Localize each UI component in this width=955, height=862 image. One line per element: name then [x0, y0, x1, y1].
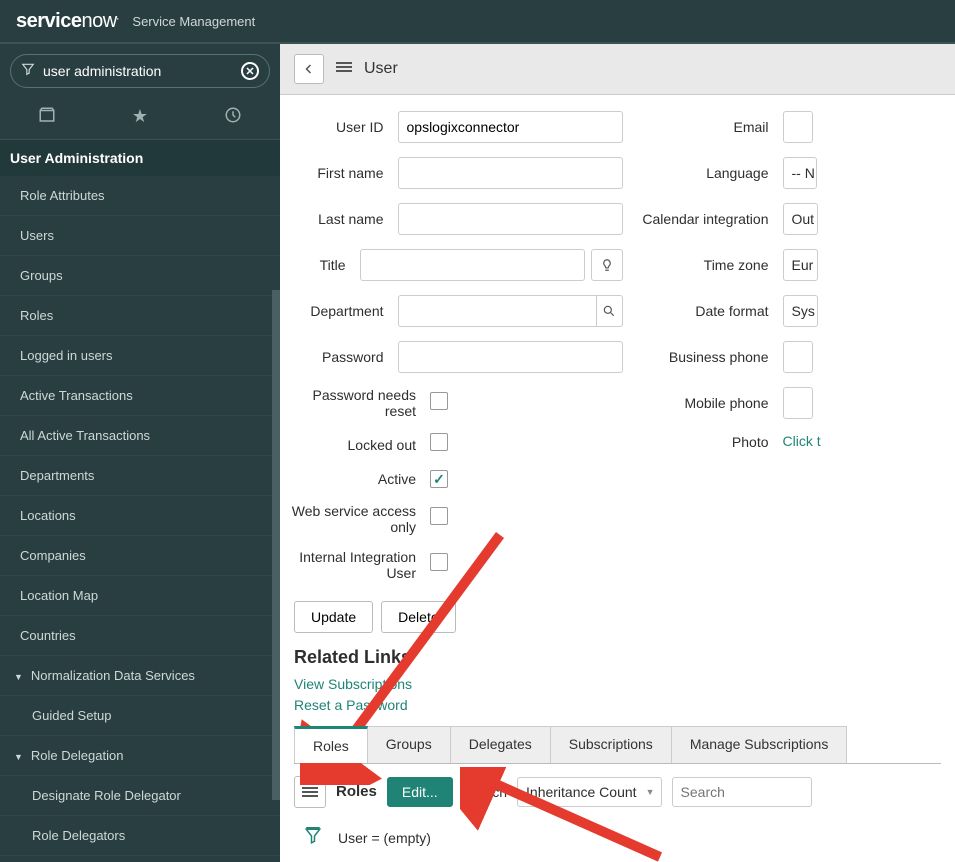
email-input[interactable] [783, 111, 813, 143]
nav-filter[interactable]: ✕ [10, 54, 270, 88]
language-select[interactable]: -- N [783, 157, 817, 189]
password-input[interactable] [398, 341, 623, 373]
field-label: Active [290, 471, 430, 487]
nav-item[interactable]: Logged in users [0, 336, 280, 376]
nav-collapsible[interactable]: Role Delegation [0, 736, 280, 776]
nav-section-header[interactable]: User Administration [0, 140, 280, 176]
pwd-reset-checkbox[interactable] [430, 392, 448, 410]
history-icon[interactable] [224, 106, 242, 129]
tab-delegates[interactable]: Delegates [450, 726, 551, 763]
field-label: Internal Integration User [290, 549, 430, 581]
search-field-select[interactable]: Inheritance Count [517, 777, 662, 807]
nav-filter-clear[interactable]: ✕ [241, 62, 259, 81]
filter-icon [21, 62, 35, 81]
nav-item[interactable]: Groups [0, 256, 280, 296]
delete-button[interactable]: Delete [381, 601, 455, 633]
field-label: Web service access only [290, 503, 430, 535]
nav-item[interactable]: Designate Role Delegator [0, 776, 280, 816]
form-header: User [280, 44, 955, 95]
lookup-icon[interactable] [596, 296, 622, 326]
nav-item[interactable]: All Active Transactions [0, 416, 280, 456]
form-body: User ID First name Last name Title Depar… [280, 95, 955, 862]
nav-item[interactable]: Roles [0, 296, 280, 336]
ws-only-checkbox[interactable] [430, 507, 448, 525]
last-name-input[interactable] [398, 203, 623, 235]
tab-roles[interactable]: Roles [294, 726, 368, 763]
user-id-input[interactable] [398, 111, 623, 143]
list-menu-button[interactable] [294, 776, 326, 808]
related-link[interactable]: Reset a Password [294, 695, 941, 716]
field-label: Date format [623, 303, 783, 319]
related-links-heading: Related Links [280, 633, 955, 672]
hamburger-icon[interactable] [336, 60, 352, 79]
mobile-phone-input[interactable] [783, 387, 813, 419]
scrollbar[interactable] [272, 290, 280, 800]
all-apps-icon[interactable] [38, 106, 56, 129]
related-list-label: Roles [336, 783, 377, 800]
nav-item[interactable]: Companies [0, 536, 280, 576]
active-checkbox[interactable] [430, 470, 448, 488]
field-label: Time zone [623, 257, 783, 273]
back-button[interactable] [294, 54, 324, 84]
field-label: Password needs reset [290, 387, 430, 419]
search-label: Search [463, 784, 507, 800]
logo: servicenow. [16, 10, 118, 33]
field-label: Locked out [290, 437, 430, 453]
nav-item[interactable]: Locations [0, 496, 280, 536]
suggestion-button[interactable] [591, 249, 623, 281]
tab-groups[interactable]: Groups [367, 726, 451, 763]
field-label: Mobile phone [623, 395, 783, 411]
internal-integration-checkbox[interactable] [430, 553, 448, 571]
nav-sidebar: ✕ ★ User Administration Role Attributes … [0, 44, 280, 862]
department-input[interactable] [399, 296, 596, 326]
title-input[interactable] [360, 249, 585, 281]
photo-upload-link[interactable]: Click t [783, 433, 821, 449]
nav-filter-input[interactable] [43, 63, 241, 79]
related-tabs: Roles Groups Delegates Subscriptions Man… [294, 726, 941, 764]
nav-item[interactable]: Guided Setup [0, 696, 280, 736]
nav-item[interactable]: Countries [0, 616, 280, 656]
funnel-icon[interactable] [304, 826, 322, 851]
product-name: Service Management [132, 14, 255, 29]
field-label: Language [623, 165, 783, 181]
field-label: Department [290, 303, 398, 319]
field-label: Password [290, 349, 398, 365]
main-panel: User User ID First name Last name Title … [280, 44, 955, 862]
related-link[interactable]: View Subscriptions [294, 674, 941, 695]
tab-subscriptions[interactable]: Subscriptions [550, 726, 672, 763]
nav-item[interactable]: Role Attributes [0, 176, 280, 216]
filter-breadcrumb[interactable]: User = (empty) [338, 830, 431, 846]
nav-item[interactable]: Active Transactions [0, 376, 280, 416]
nav-item[interactable]: Role Delegators [0, 816, 280, 856]
first-name-input[interactable] [398, 157, 623, 189]
field-label: User ID [290, 119, 398, 135]
nav-collapsible[interactable]: Normalization Data Services [0, 656, 280, 696]
field-label: Email [623, 119, 783, 135]
field-label: Calendar integration [623, 211, 783, 227]
edit-button[interactable]: Edit... [387, 777, 453, 807]
nav-item[interactable]: Users [0, 216, 280, 256]
calendar-integration-select[interactable]: Out [783, 203, 818, 235]
field-label: Photo [623, 434, 783, 450]
tab-manage-subscriptions[interactable]: Manage Subscriptions [671, 726, 848, 763]
locked-out-checkbox[interactable] [430, 433, 448, 451]
favorites-icon[interactable]: ★ [132, 106, 148, 129]
field-label: Last name [290, 211, 398, 227]
nav-item[interactable]: Departments [0, 456, 280, 496]
date-format-select[interactable]: Sys [783, 295, 818, 327]
field-label: Title [290, 257, 360, 273]
list-search-input[interactable] [672, 777, 812, 807]
department-reference[interactable] [398, 295, 623, 327]
field-label: Business phone [623, 349, 783, 365]
business-phone-input[interactable] [783, 341, 813, 373]
page-title: User [364, 60, 398, 78]
related-list-toolbar: Roles Edit... Search Inheritance Count [280, 764, 955, 820]
update-button[interactable]: Update [294, 601, 373, 633]
nav-item[interactable]: Location Map [0, 576, 280, 616]
field-label: First name [290, 165, 398, 181]
top-banner: servicenow. Service Management [0, 0, 955, 44]
time-zone-select[interactable]: Eur [783, 249, 818, 281]
nav-scroll[interactable]: User Administration Role Attributes User… [0, 140, 280, 862]
